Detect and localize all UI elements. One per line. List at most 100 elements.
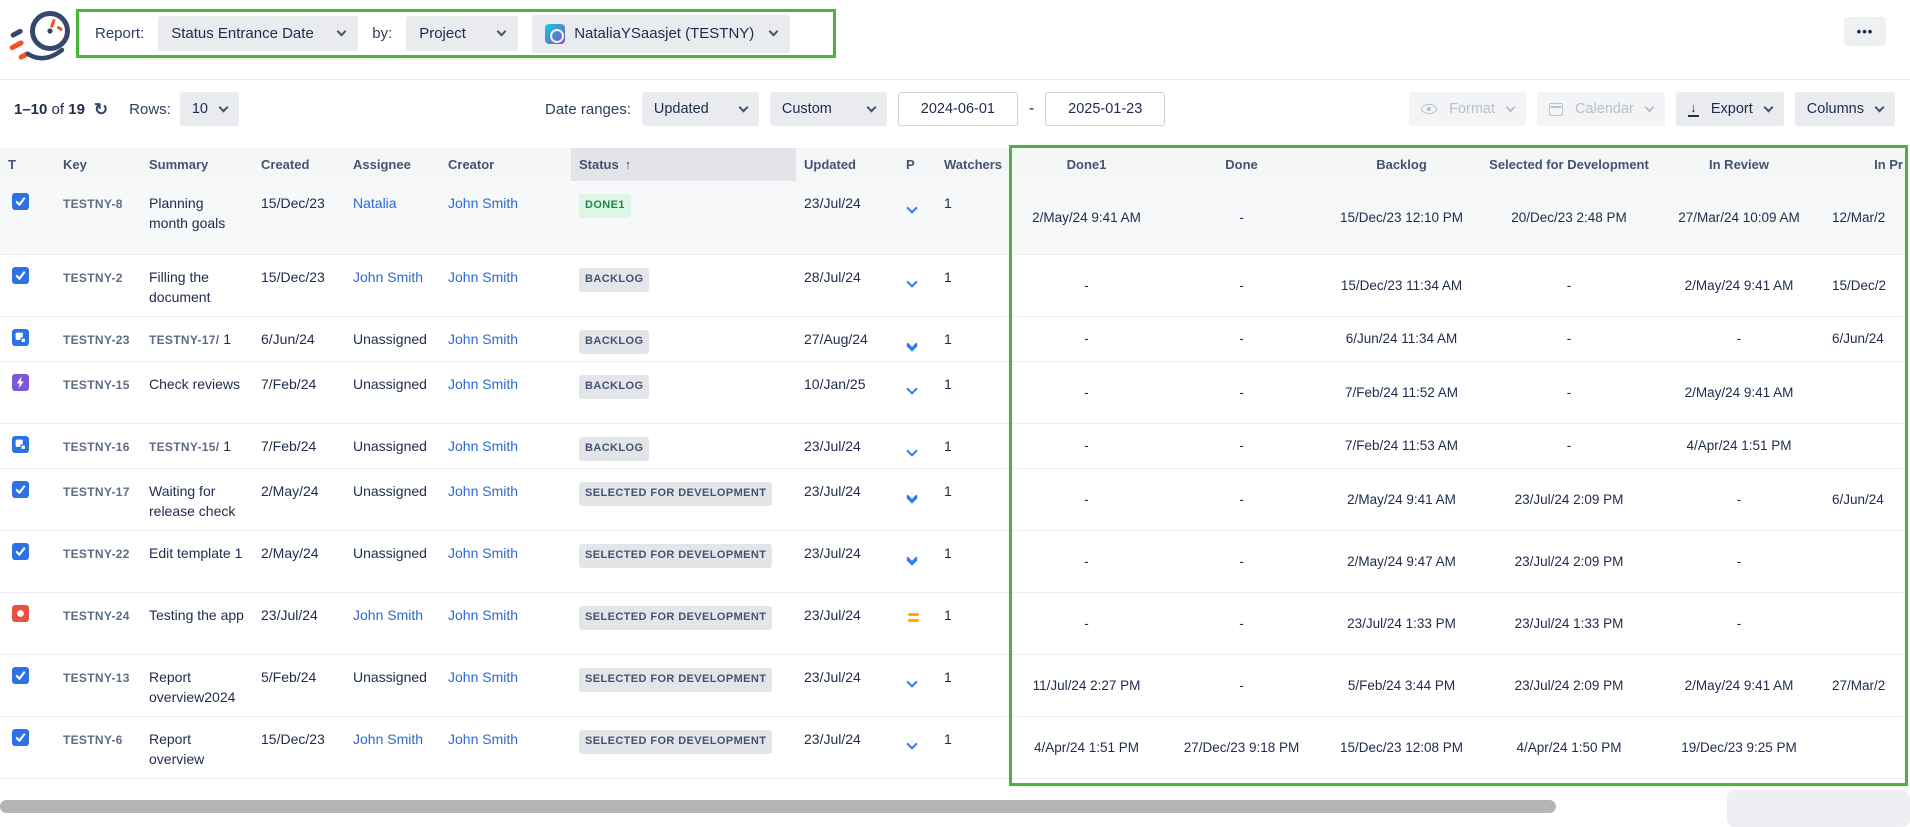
created-date: 15/Dec/23 bbox=[253, 181, 345, 254]
issue-type-cell bbox=[0, 255, 55, 316]
status-date-backlog: 2/May/24 9:47 AM bbox=[1319, 531, 1484, 592]
issue-summary[interactable]: Testing the app bbox=[141, 593, 253, 654]
status-date-backlog: 15/Dec/23 12:10 PM bbox=[1319, 181, 1484, 254]
date-from-input[interactable] bbox=[898, 92, 1018, 126]
status-date-done1: 2/May/24 9:41 AM bbox=[1009, 181, 1164, 254]
column-header-done1[interactable]: Done1 bbox=[1009, 148, 1164, 181]
status-badge: DONE1 bbox=[579, 194, 631, 218]
project-select[interactable]: NataliaYSaasjet (TESTNY) bbox=[532, 15, 790, 53]
creator-link[interactable]: John Smith bbox=[448, 331, 518, 347]
more-menu-button[interactable]: ••• bbox=[1844, 17, 1886, 46]
assignee-link[interactable]: John Smith bbox=[353, 269, 423, 285]
created-date: 15/Dec/23 bbox=[253, 255, 345, 316]
creator-link[interactable]: John Smith bbox=[448, 545, 518, 561]
column-header-assignee[interactable]: Assignee bbox=[345, 148, 440, 181]
creator-link[interactable]: John Smith bbox=[448, 607, 518, 623]
assignee-link[interactable]: John Smith bbox=[353, 731, 423, 747]
issue-summary[interactable]: Check reviews bbox=[141, 362, 253, 423]
status-date-in-pr bbox=[1824, 531, 1905, 592]
column-header-status[interactable]: Status↑ bbox=[571, 148, 796, 181]
column-header-selected-for-development[interactable]: Selected for Development bbox=[1484, 148, 1654, 181]
column-header-label: In Review bbox=[1709, 157, 1769, 172]
column-header-label: T bbox=[8, 157, 16, 172]
chevron-down-icon bbox=[738, 102, 748, 112]
column-header-created[interactable]: Created bbox=[253, 148, 345, 181]
created-date: 15/Dec/23 bbox=[253, 717, 345, 778]
status-badge: BACKLOG bbox=[579, 437, 649, 461]
columns-label: Columns bbox=[1807, 101, 1864, 117]
creator-link[interactable]: John Smith bbox=[448, 669, 518, 685]
column-header-done[interactable]: Done bbox=[1164, 148, 1319, 181]
date-to-input[interactable] bbox=[1045, 92, 1165, 126]
issue-type-task-icon bbox=[12, 667, 29, 684]
column-header-creator[interactable]: Creator bbox=[440, 148, 571, 181]
updated-date: 23/Jul/24 bbox=[796, 469, 898, 530]
issue-summary[interactable]: Edit template 1 bbox=[141, 531, 253, 592]
assignee-link[interactable]: Natalia bbox=[353, 195, 397, 211]
watchers-count: 1 bbox=[936, 317, 1009, 361]
creator-link[interactable]: John Smith bbox=[448, 376, 518, 392]
status-date-done: - bbox=[1164, 424, 1319, 468]
rows-per-page-select[interactable]: 10 bbox=[180, 92, 239, 126]
format-button: Format bbox=[1409, 92, 1526, 126]
created-date: 7/Feb/24 bbox=[253, 362, 345, 423]
issue-summary[interactable]: Report overview bbox=[141, 717, 253, 778]
status-date-backlog: 7/Feb/24 11:52 AM bbox=[1319, 362, 1484, 423]
issue-summary[interactable]: Report overview2024 bbox=[141, 655, 253, 716]
date-mode-select[interactable]: Custom bbox=[770, 92, 887, 126]
priority-medium-icon bbox=[908, 611, 919, 625]
updated-date: 27/Aug/24 bbox=[796, 317, 898, 361]
creator-cell: John Smith bbox=[440, 469, 571, 530]
status-date-done1: - bbox=[1009, 531, 1164, 592]
column-header-summary[interactable]: Summary bbox=[141, 148, 253, 181]
status-date-done: - bbox=[1164, 181, 1319, 254]
column-header-backlog[interactable]: Backlog bbox=[1319, 148, 1484, 181]
column-header-p[interactable]: P bbox=[898, 148, 936, 181]
column-header-in-review[interactable]: In Review bbox=[1654, 148, 1824, 181]
status-date-backlog: 2/May/24 9:41 AM bbox=[1319, 469, 1484, 530]
creator-link[interactable]: John Smith bbox=[448, 731, 518, 747]
export-button[interactable]: ↓ Export bbox=[1676, 92, 1784, 126]
priority-low-icon bbox=[908, 385, 916, 393]
column-header-key[interactable]: Key bbox=[55, 148, 141, 181]
creator-link[interactable]: John Smith bbox=[448, 269, 518, 285]
assignee-link: Unassigned bbox=[353, 545, 427, 561]
horizontal-scrollbar[interactable] bbox=[0, 800, 1556, 813]
rows-per-page-value: 10 bbox=[192, 101, 208, 117]
column-header-updated[interactable]: Updated bbox=[796, 148, 898, 181]
status-date-done1: - bbox=[1009, 317, 1164, 361]
column-header-t[interactable]: T bbox=[0, 148, 55, 181]
assignee-link[interactable]: John Smith bbox=[353, 607, 423, 623]
columns-button[interactable]: Columns bbox=[1795, 92, 1895, 126]
issue-type-cell bbox=[0, 424, 55, 468]
status-cell: SELECTED FOR DEVELOPMENT bbox=[571, 655, 796, 716]
status-date-in-review: 4/Apr/24 1:51 PM bbox=[1654, 424, 1824, 468]
status-date-selected-for-development: 4/Apr/24 1:50 PM bbox=[1484, 717, 1654, 778]
issue-summary[interactable]: TESTNY-15/ 1 bbox=[141, 424, 253, 468]
issue-summary[interactable]: Planning month goals bbox=[141, 181, 253, 254]
table-row: TESTNY-24Testing the app23/Jul/24John Sm… bbox=[0, 593, 1905, 655]
status-cell: BACKLOG bbox=[571, 424, 796, 468]
assignee-cell: John Smith bbox=[345, 255, 440, 316]
group-by-select[interactable]: Project bbox=[406, 16, 518, 51]
issue-summary[interactable]: Filling the document bbox=[141, 255, 253, 316]
project-value: NataliaYSaasjet (TESTNY) bbox=[574, 25, 754, 42]
date-field-select[interactable]: Updated bbox=[642, 92, 759, 126]
creator-link[interactable]: John Smith bbox=[448, 483, 518, 499]
column-header-in-pr[interactable]: In Pr bbox=[1824, 148, 1905, 181]
creator-link[interactable]: John Smith bbox=[448, 438, 518, 454]
linked-issue-key: TESTNY-15/ bbox=[149, 440, 219, 454]
column-header-watchers[interactable]: Watchers bbox=[936, 148, 1009, 181]
issue-summary[interactable]: Waiting for release check bbox=[141, 469, 253, 530]
report-type-select[interactable]: Status Entrance Date bbox=[158, 16, 358, 51]
issues-table: T KeySummaryCreatedAssigneeCreatorStatus↑… bbox=[0, 148, 1905, 779]
issue-type-cell bbox=[0, 655, 55, 716]
priority-cell bbox=[898, 717, 936, 778]
priority-lowest-icon bbox=[908, 492, 916, 502]
assignee-cell: Unassigned bbox=[345, 317, 440, 361]
updated-date: 23/Jul/24 bbox=[796, 593, 898, 654]
creator-link[interactable]: John Smith bbox=[448, 195, 518, 211]
chevron-down-icon bbox=[1875, 102, 1885, 112]
issue-summary[interactable]: TESTNY-17/ 1 bbox=[141, 317, 253, 361]
refresh-icon[interactable]: ↻ bbox=[94, 101, 108, 118]
